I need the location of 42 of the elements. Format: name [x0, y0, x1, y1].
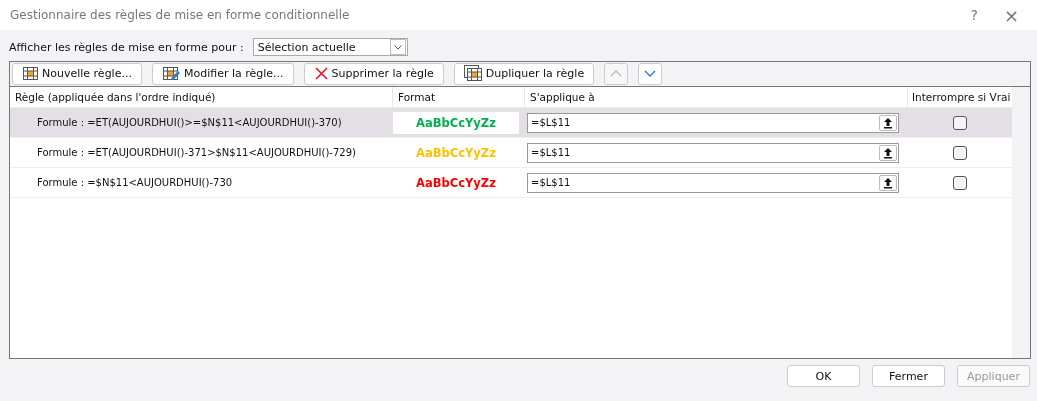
upload-arrow-icon — [883, 176, 893, 189]
collapse-dialog-button[interactable] — [879, 144, 897, 161]
upload-arrow-icon — [883, 116, 893, 129]
table-icon — [22, 66, 39, 81]
edit-rule-button[interactable]: Modifier la règle... — [151, 62, 294, 85]
ok-button[interactable]: OK — [787, 365, 860, 387]
rule-row[interactable]: Formule : =ET(AUJOURDHUI()-371>$N$11<AUJOURDHUI()-729) AaBbCcYyZz =$L$11 — [10, 138, 1012, 168]
format-preview: AaBbCcYyZz — [393, 111, 519, 134]
applies-to-field[interactable]: =$L$11 — [527, 172, 899, 193]
format-column-header[interactable]: Format — [393, 87, 525, 107]
rule-row[interactable]: Formule : =$N$11<AUJOURDHUI()-730 AaBbCcYyZz =$L$11 — [10, 168, 1012, 198]
help-button[interactable]: ? — [964, 4, 984, 26]
stop-if-true-checkbox[interactable] — [952, 115, 967, 130]
show-rules-label: Afficher les règles de mise en forme pour : — [9, 40, 244, 54]
rule-row[interactable]: Formule : =ET(AUJOURDHUI()>=$N$11<AUJOURDHUI()-370) AaBbCcYyZz =$L$11 — [10, 108, 1012, 138]
applies-to-field[interactable]: =$L$11 — [527, 142, 899, 163]
chevron-up-icon — [609, 69, 624, 78]
scope-dropdown[interactable]: Sélection actuelle — [252, 38, 408, 56]
stop-if-true-checkbox[interactable] — [952, 175, 967, 190]
delete-icon — [313, 66, 329, 81]
delete-rule-button[interactable]: Supprimer la règle — [303, 62, 444, 85]
applies-to-field[interactable]: =$L$11 — [527, 112, 899, 133]
rule-formula: Formule : =$N$11<AUJOURDHUI()-730 — [36, 177, 233, 188]
table-pencil-icon — [161, 66, 181, 81]
close-button[interactable]: × — [997, 4, 1025, 26]
stop-if-true-column-header[interactable]: Interrompre si Vrai — [908, 87, 1011, 107]
format-preview: AaBbCcYyZz — [415, 174, 497, 192]
applies-to-column-header[interactable]: S'applique à — [525, 87, 908, 107]
collapse-dialog-button[interactable] — [879, 174, 897, 191]
new-rule-button[interactable]: Nouvelle règle... — [12, 62, 142, 85]
duplicate-rule-button[interactable]: Dupliquer la règle — [453, 62, 595, 85]
rule-formula: Formule : =ET(AUJOURDHUI()-371>$N$11<AUJOURDHUI()-729) — [36, 147, 356, 158]
rule-formula: Formule : =ET(AUJOURDHUI()>=$N$11<AUJOURDHUI()-370) — [36, 117, 342, 128]
close-button[interactable]: Fermer — [872, 365, 945, 387]
chevron-down-icon — [643, 69, 658, 78]
rule-column-header[interactable]: Règle (appliquée dans l'ordre indiqué) — [10, 87, 393, 107]
stop-if-true-checkbox[interactable] — [952, 145, 967, 160]
upload-arrow-icon — [883, 146, 893, 159]
window-title: Gestionnaire des règles de mise en forme conditionnelle — [10, 8, 350, 22]
format-preview: AaBbCcYyZz — [415, 144, 497, 162]
duplicate-table-icon — [463, 65, 483, 82]
collapse-dialog-button[interactable] — [879, 114, 897, 131]
